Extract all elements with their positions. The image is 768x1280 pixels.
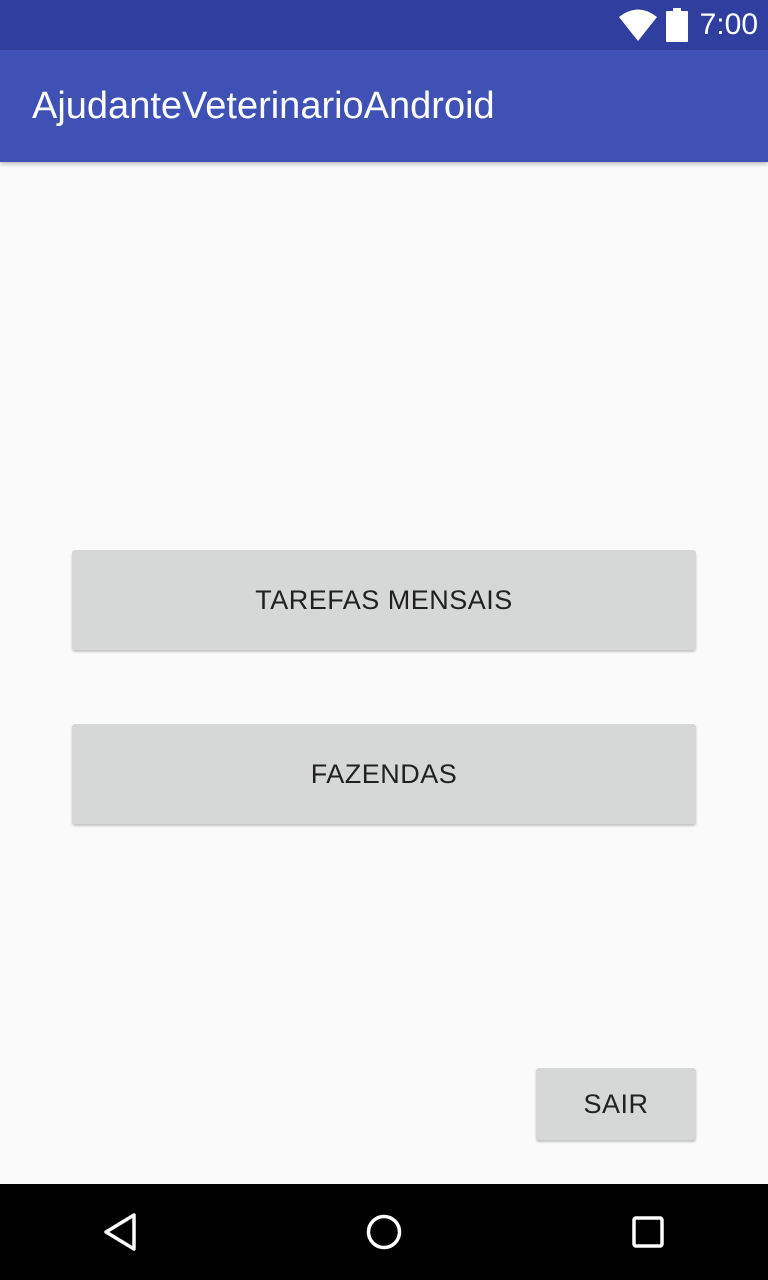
app-bar: AjudanteVeterinarioAndroid (0, 50, 768, 162)
tarefas-mensais-button[interactable]: TAREFAS MENSAIS (72, 550, 696, 650)
home-button[interactable] (336, 1184, 432, 1280)
recents-icon (632, 1216, 664, 1248)
app-title: AjudanteVeterinarioAndroid (32, 85, 495, 127)
status-icons: 7:00 (618, 0, 758, 50)
recents-button[interactable] (600, 1184, 696, 1280)
back-icon (104, 1213, 136, 1251)
navigation-bar (0, 1184, 768, 1280)
fazendas-button[interactable]: FAZENDAS (72, 724, 696, 824)
tarefas-mensais-label: TAREFAS MENSAIS (255, 584, 513, 615)
sair-button[interactable]: SAIR (536, 1068, 696, 1140)
status-clock: 7:00 (699, 8, 758, 41)
battery-icon (665, 8, 688, 42)
wifi-icon (618, 9, 657, 41)
home-icon (366, 1214, 402, 1250)
fazendas-label: FAZENDAS (310, 758, 458, 789)
back-button[interactable] (72, 1184, 168, 1280)
status-bar: 7:00 (0, 0, 768, 50)
sair-label: SAIR (583, 1088, 649, 1119)
app-screen: 7:00 AjudanteVeterinarioAndroid TAREFAS … (0, 0, 768, 1280)
